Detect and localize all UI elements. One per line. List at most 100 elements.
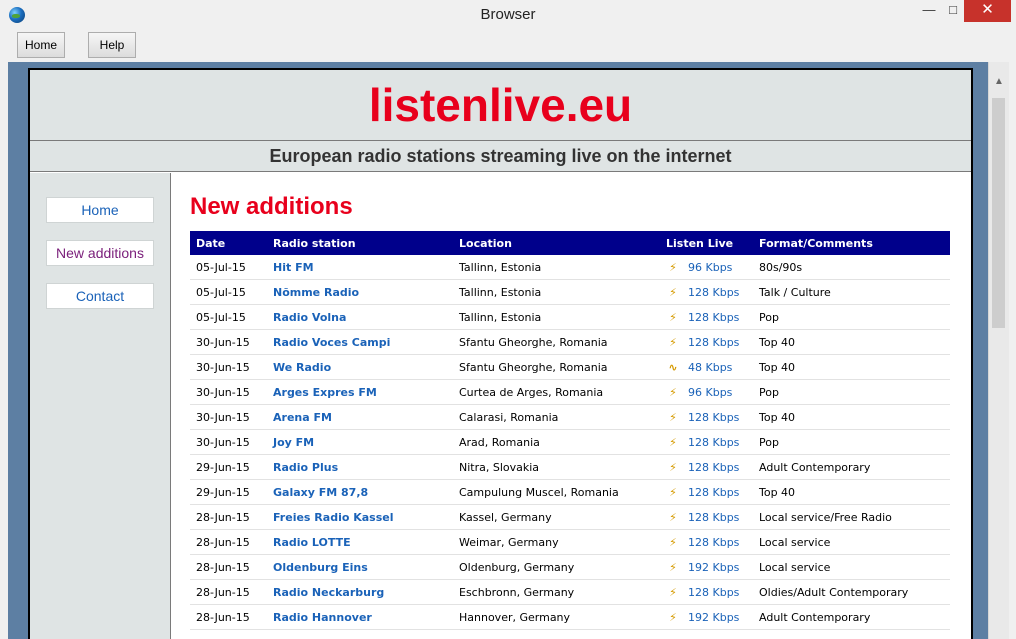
window-title: Browser — [480, 6, 536, 23]
stream-link[interactable]: 128 Kbps — [688, 311, 739, 324]
row-location: Curtea de Arges, Romania — [453, 379, 660, 405]
station-link[interactable]: We Radio — [267, 354, 453, 380]
vertical-scrollbar[interactable]: ▲ — [988, 62, 1009, 639]
listen-live-cell: ⚡ 128 Kbps — [660, 504, 753, 530]
row-location: Nitra, Slovakia — [453, 454, 660, 480]
row-format: Pop — [753, 429, 950, 455]
main-content: New additions Date Radio station Locatio… — [190, 173, 950, 630]
plug-icon[interactable]: ⚡ — [666, 286, 680, 299]
scrollbar-thumb[interactable] — [992, 98, 1005, 328]
listen-live-cell: ⚡ 96 Kbps — [660, 255, 753, 280]
station-link[interactable]: Radio Hannover — [267, 604, 453, 630]
table-row: 30-Jun-15 Joy FM Arad, Romania ⚡ 128 Kbps Pop — [190, 429, 950, 455]
page-title: New additions — [190, 193, 353, 220]
maximize-button[interactable]: □ — [943, 0, 963, 22]
web-page: listenlive.eu European radio stations st… — [28, 68, 973, 639]
station-link[interactable]: Radio Volna — [267, 304, 453, 330]
stream-link[interactable]: 128 Kbps — [688, 461, 739, 474]
row-location: Sfantu Gheorghe, Romania — [453, 354, 660, 380]
plug-icon[interactable]: ⚡ — [666, 386, 680, 399]
row-date: 05-Jul-15 — [190, 255, 267, 280]
site-logo[interactable]: listenlive.eu — [369, 79, 632, 131]
stream-link[interactable]: 48 Kbps — [688, 361, 732, 374]
nav-home-link[interactable]: Home — [46, 197, 154, 223]
table-row: 05-Jul-15 Radio Volna Tallinn, Estonia ⚡ 128… — [190, 304, 950, 330]
station-link[interactable]: Radio LOTTE — [267, 529, 453, 555]
stream-link[interactable]: 128 Kbps — [688, 411, 739, 424]
row-location: Tallinn, Estonia — [453, 255, 660, 280]
listen-live-cell: ⚡ 128 Kbps — [660, 404, 753, 430]
plug-icon[interactable]: ⚡ — [666, 461, 680, 474]
station-link[interactable]: Radio Voces Campi — [267, 329, 453, 355]
sidebar: Home New additions Contact — [30, 173, 171, 639]
station-link[interactable]: Freies Radio Kassel — [267, 504, 453, 530]
row-date: 05-Jul-15 — [190, 304, 267, 330]
stream-link[interactable]: 128 Kbps — [688, 536, 739, 549]
row-format: Top 40 — [753, 479, 950, 505]
station-link[interactable]: Radio Neckarburg — [267, 579, 453, 605]
plug-icon[interactable]: ⚡ — [666, 536, 680, 549]
row-date: 30-Jun-15 — [190, 379, 267, 405]
stream-link[interactable]: 192 Kbps — [688, 561, 739, 574]
plug-icon[interactable]: ⚡ — [666, 561, 680, 574]
table-row: 30-Jun-15 We Radio Sfantu Gheorghe, Romani… — [190, 354, 950, 380]
row-location: Sfantu Gheorghe, Romania — [453, 329, 660, 355]
station-link[interactable]: Oldenburg Eins — [267, 554, 453, 580]
wave-icon[interactable]: ∿ — [666, 361, 680, 374]
title-bar: Browser — □ ✕ — [0, 0, 1016, 30]
row-date: 28-Jun-15 — [190, 604, 267, 630]
help-button[interactable]: Help — [88, 32, 136, 58]
row-date: 28-Jun-15 — [190, 529, 267, 555]
stream-link[interactable]: 128 Kbps — [688, 586, 739, 599]
row-format: Local service/Free Radio — [753, 504, 950, 530]
stream-link[interactable]: 128 Kbps — [688, 486, 739, 499]
listen-live-cell: ⚡ 128 Kbps — [660, 454, 753, 480]
plug-icon[interactable]: ⚡ — [666, 486, 680, 499]
browser-viewport: listenlive.eu European radio stations st… — [8, 62, 988, 639]
plug-icon[interactable]: ⚡ — [666, 586, 680, 599]
row-location: Calarasi, Romania — [453, 404, 660, 430]
nav-contact-link[interactable]: Contact — [46, 283, 154, 309]
row-format: 80s/90s — [753, 255, 950, 280]
table-header-row: Date Radio station Location Listen Live … — [190, 231, 950, 255]
stream-link[interactable]: 96 Kbps — [688, 261, 732, 274]
station-link[interactable]: Arena FM — [267, 404, 453, 430]
column-header-station: Radio station — [267, 231, 453, 255]
row-date: 29-Jun-15 — [190, 454, 267, 480]
stream-link[interactable]: 96 Kbps — [688, 386, 732, 399]
stream-link[interactable]: 128 Kbps — [688, 336, 739, 349]
station-link[interactable]: Nõmme Radio — [267, 279, 453, 305]
minimize-button[interactable]: — — [915, 0, 943, 22]
stream-link[interactable]: 128 Kbps — [688, 286, 739, 299]
plug-icon[interactable]: ⚡ — [666, 436, 680, 449]
table-row: 28-Jun-15 Radio Hannover Hannover, Germany… — [190, 604, 950, 630]
plug-icon[interactable]: ⚡ — [666, 311, 680, 324]
row-location: Arad, Romania — [453, 429, 660, 455]
row-format: Pop — [753, 379, 950, 405]
scroll-up-icon[interactable]: ▲ — [989, 62, 1009, 96]
plug-icon[interactable]: ⚡ — [666, 411, 680, 424]
listen-live-cell: ⚡ 128 Kbps — [660, 579, 753, 605]
row-format: Local service — [753, 554, 950, 580]
plug-icon[interactable]: ⚡ — [666, 261, 680, 274]
plug-icon[interactable]: ⚡ — [666, 336, 680, 349]
station-link[interactable]: Arges Expres FM — [267, 379, 453, 405]
table-row: 28-Jun-15 Radio LOTTE Weimar, Germany ⚡ 128 … — [190, 529, 950, 555]
station-link[interactable]: Galaxy FM 87,8 — [267, 479, 453, 505]
nav-new-additions-link[interactable]: New additions — [46, 240, 154, 266]
stream-link[interactable]: 128 Kbps — [688, 436, 739, 449]
close-button[interactable]: ✕ — [964, 0, 1011, 22]
plug-icon[interactable]: ⚡ — [666, 611, 680, 624]
stream-link[interactable]: 128 Kbps — [688, 511, 739, 524]
row-date: 05-Jul-15 — [190, 279, 267, 305]
stream-link[interactable]: 192 Kbps — [688, 611, 739, 624]
station-link[interactable]: Radio Plus — [267, 454, 453, 480]
station-link[interactable]: Hit FM — [267, 255, 453, 280]
plug-icon[interactable]: ⚡ — [666, 511, 680, 524]
home-button[interactable]: Home — [17, 32, 65, 58]
row-location: Kassel, Germany — [453, 504, 660, 530]
row-date: 30-Jun-15 — [190, 329, 267, 355]
listen-live-cell: ⚡ 128 Kbps — [660, 304, 753, 330]
station-link[interactable]: Joy FM — [267, 429, 453, 455]
row-location: Hannover, Germany — [453, 604, 660, 630]
